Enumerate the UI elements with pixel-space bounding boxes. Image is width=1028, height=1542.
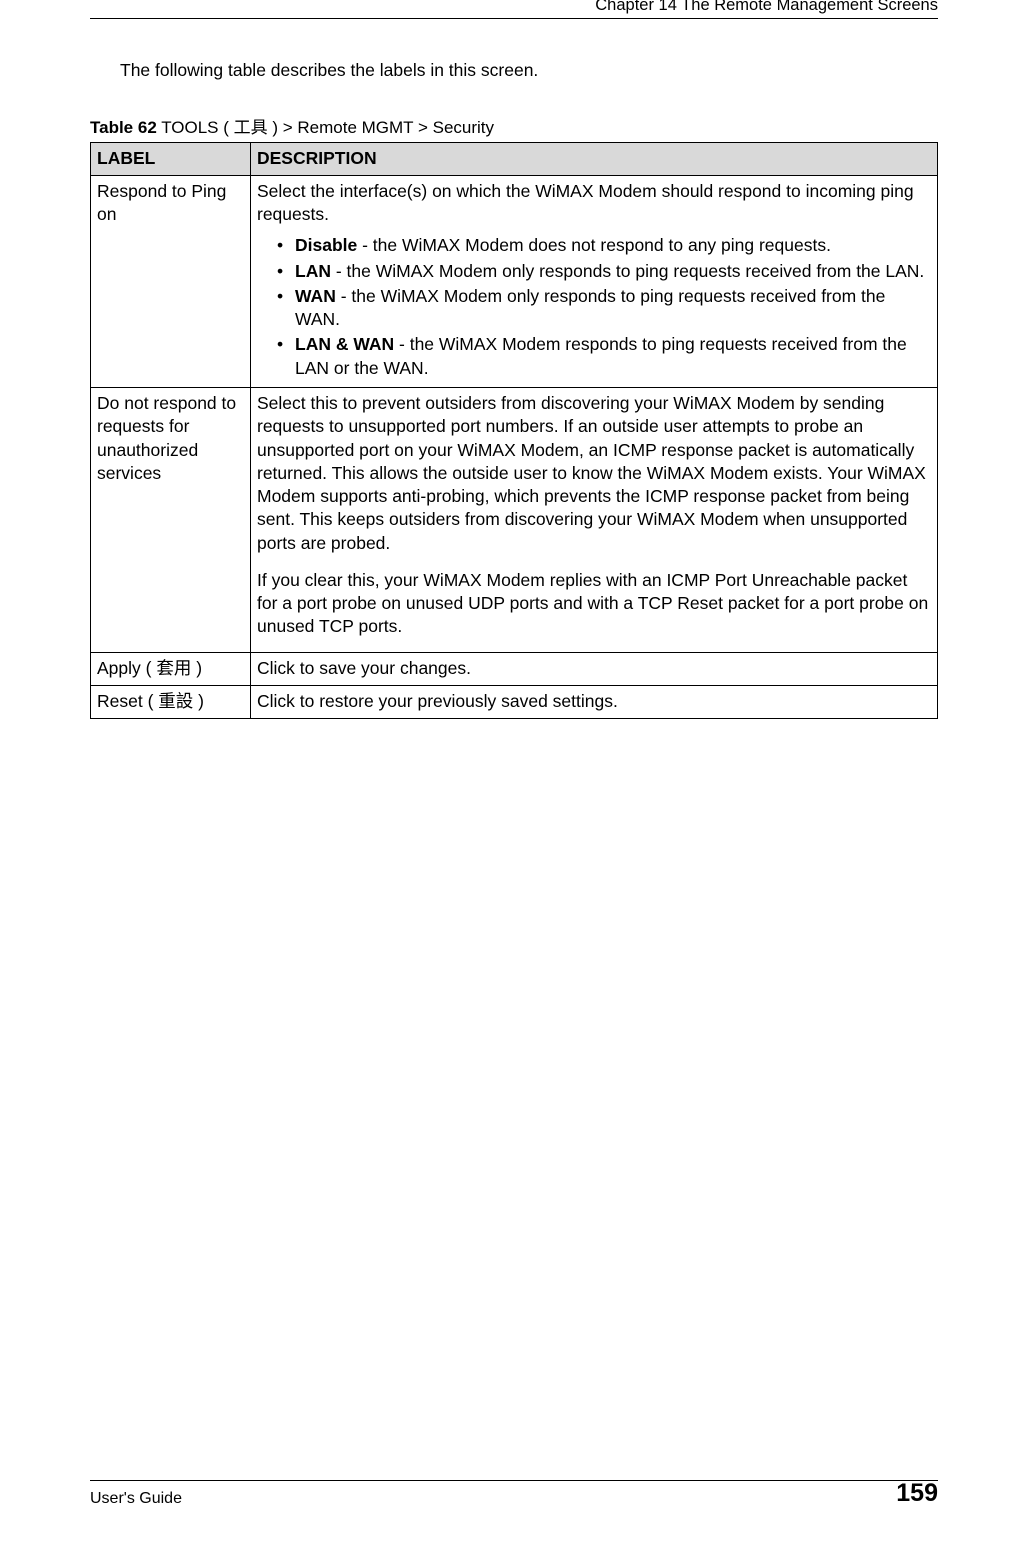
page-footer: User's Guide 159 xyxy=(90,1480,938,1508)
table-caption-path: TOOLS ( 工具 ) > Remote MGMT > Security xyxy=(157,118,494,137)
row4-label: Reset ( 重設 ) xyxy=(91,685,251,718)
table-caption-number: Table 62 xyxy=(90,118,157,137)
row1-label: Respond to Ping on xyxy=(91,175,251,387)
table-header-row: LABEL DESCRIPTION xyxy=(91,142,938,175)
row1-intro: Select the interface(s) on which the WiM… xyxy=(257,180,931,227)
list-item: LAN - the WiMAX Modem only responds to p… xyxy=(277,260,931,283)
row4-desc: Click to restore your previously saved s… xyxy=(251,685,938,718)
table-row: Respond to Ping on Select the interface(… xyxy=(91,175,938,387)
col-header-description: DESCRIPTION xyxy=(251,142,938,175)
list-item: WAN - the WiMAX Modem only responds to p… xyxy=(277,285,931,332)
labels-table: LABEL DESCRIPTION Respond to Ping on Sel… xyxy=(90,142,938,720)
table-row: Apply ( 套用 ) Click to save your changes. xyxy=(91,652,938,685)
row2-desc: Select this to prevent outsiders from di… xyxy=(251,388,938,653)
table-row: Reset ( 重設 ) Click to restore your previ… xyxy=(91,685,938,718)
row3-desc: Click to save your changes. xyxy=(251,652,938,685)
col-header-label: LABEL xyxy=(91,142,251,175)
intro-text: The following table describes the labels… xyxy=(120,59,938,83)
page-number: 159 xyxy=(896,1479,938,1508)
row2-p2: If you clear this, your WiMAX Modem repl… xyxy=(257,569,931,639)
row1-desc: Select the interface(s) on which the WiM… xyxy=(251,175,938,387)
table-caption: Table 62 TOOLS ( 工具 ) > Remote MGMT > Se… xyxy=(90,113,938,138)
table-row: Do not respond to requests for unauthori… xyxy=(91,388,938,653)
chapter-title: Chapter 14 The Remote Management Screens xyxy=(595,0,938,15)
footer-guide-label: User's Guide xyxy=(90,1490,182,1507)
row2-p1: Select this to prevent outsiders from di… xyxy=(257,392,931,555)
page-header: Chapter 14 The Remote Management Screens xyxy=(90,18,938,19)
list-item: LAN & WAN - the WiMAX Modem responds to … xyxy=(277,333,931,380)
row1-options: Disable - the WiMAX Modem does not respo… xyxy=(257,234,931,380)
row3-label: Apply ( 套用 ) xyxy=(91,652,251,685)
row2-label: Do not respond to requests for unauthori… xyxy=(91,388,251,653)
list-item: Disable - the WiMAX Modem does not respo… xyxy=(277,234,931,257)
